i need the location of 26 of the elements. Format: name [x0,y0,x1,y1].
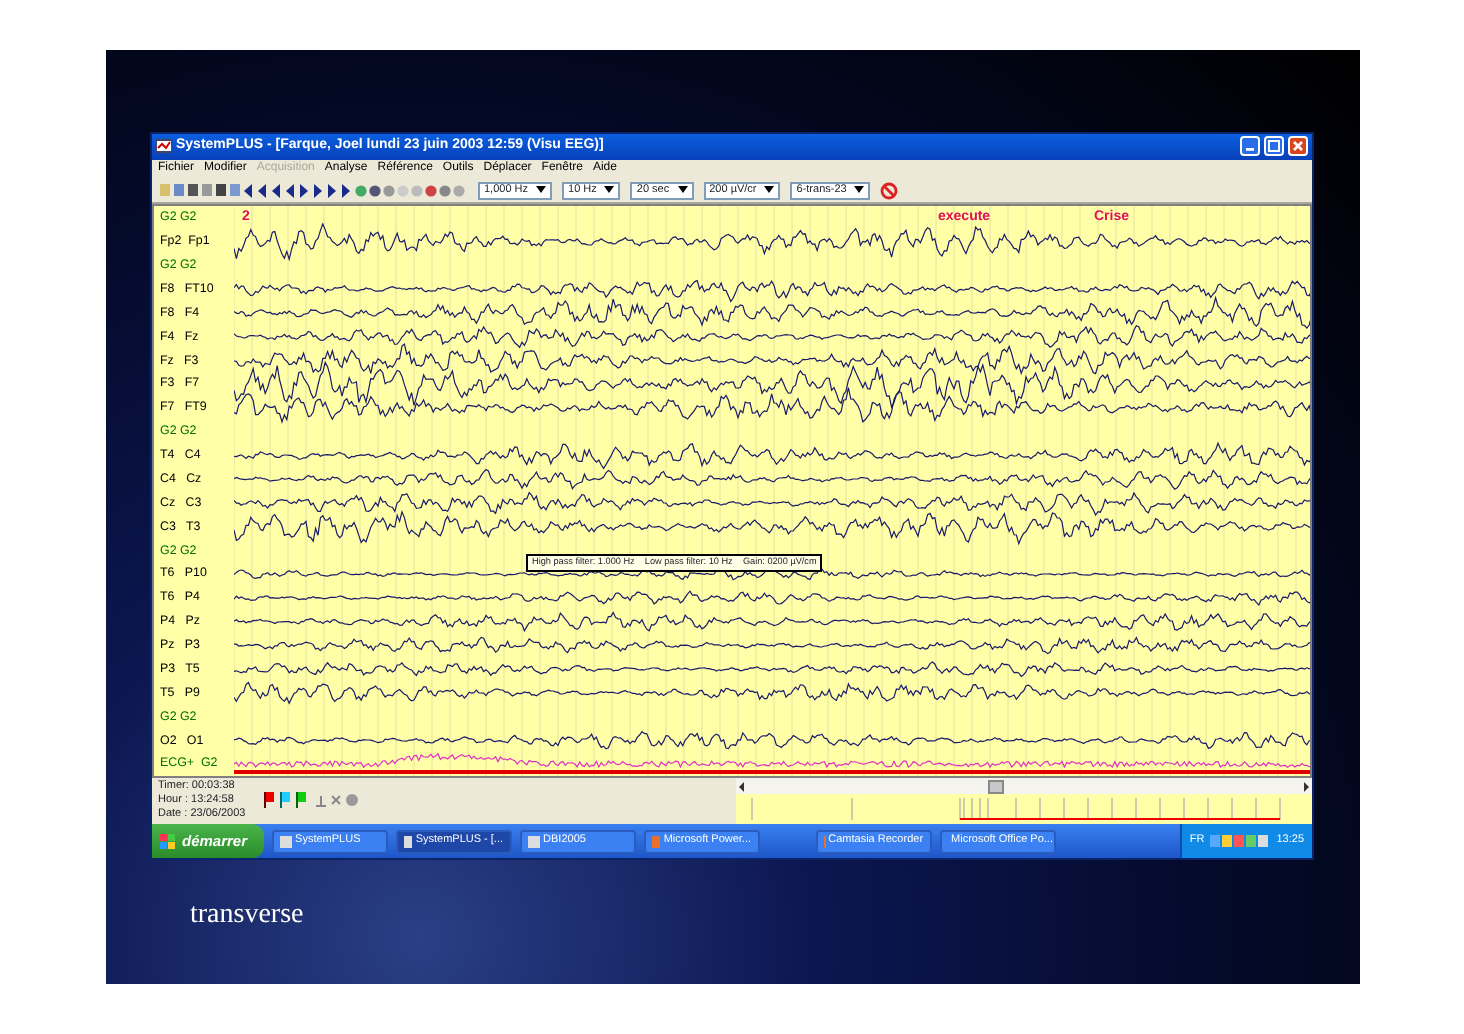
close-icon [1292,140,1304,153]
stop-icon[interactable] [880,181,899,200]
marker-flags-drawing[interactable] [264,790,364,810]
recording-overview-drawing[interactable] [736,794,1312,824]
caret-icon [536,186,547,195]
horizontal-scrollbar[interactable] [736,778,1312,794]
scroll-left-icon[interactable] [736,779,748,793]
maximize-button[interactable] [1264,136,1284,157]
windows-flag-icon [160,833,176,849]
tray-icons-drawing[interactable] [1210,834,1271,848]
window-icon [527,835,540,847]
app-icon [156,138,172,155]
slide-caption: transverse [190,898,306,934]
toolbar-icons-drawing[interactable] [158,181,468,200]
window-icon [279,835,292,847]
scroll-right-icon[interactable] [1300,779,1312,793]
minimize-button[interactable] [1240,136,1260,157]
caret-icon [854,186,865,195]
caret-icon [764,186,775,195]
window-icon [403,835,412,847]
window-icon [651,835,660,847]
scrollbar-thumb[interactable] [988,779,1004,793]
caret-icon [677,186,688,195]
close-button[interactable] [1288,136,1308,157]
maximize-icon [1268,140,1280,153]
caret-icon [604,186,615,195]
